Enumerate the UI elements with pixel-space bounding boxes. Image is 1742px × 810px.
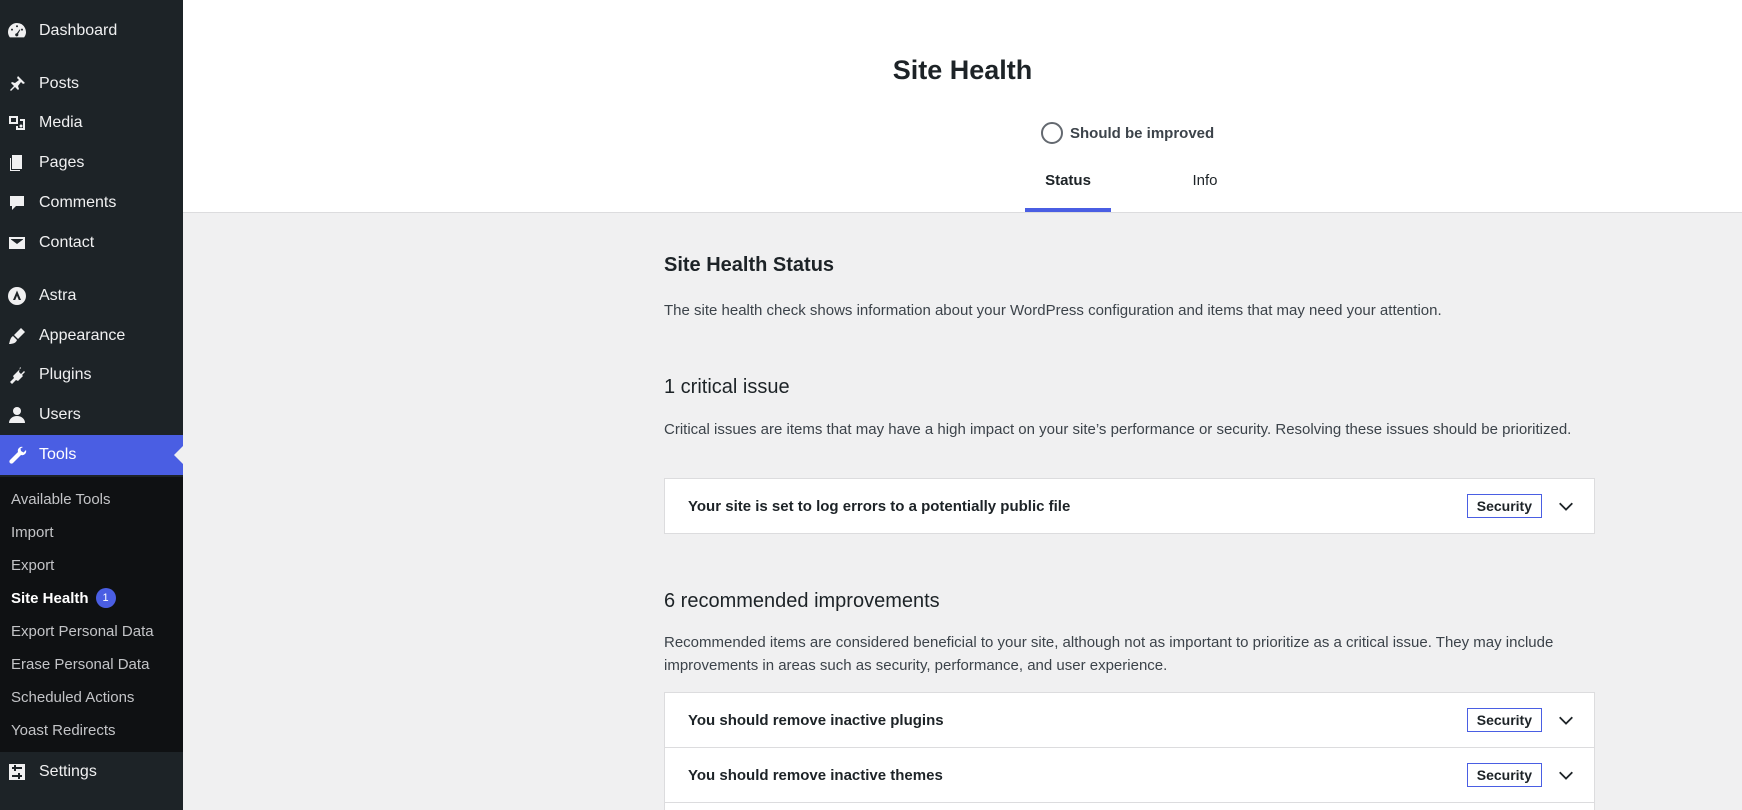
astra-icon bbox=[6, 285, 28, 307]
menu-item-dashboard[interactable]: Dashboard bbox=[0, 11, 183, 51]
health-status: Should be improved bbox=[1041, 122, 1214, 144]
submenu-item-available-tools[interactable]: Available Tools bbox=[11, 487, 111, 511]
submenu-item-scheduled-actions[interactable]: Scheduled Actions bbox=[11, 685, 134, 709]
chevron-down-icon[interactable] bbox=[1556, 496, 1576, 516]
issue-title: You should remove inactive themes bbox=[688, 766, 943, 784]
wrench-icon bbox=[6, 444, 28, 466]
submenu-label: Scheduled Actions bbox=[11, 688, 135, 706]
submenu-label: Site Health bbox=[11, 589, 89, 607]
media-icon bbox=[6, 112, 28, 134]
recommended-heading: 6 recommended improvements bbox=[664, 590, 940, 612]
menu-label: Tools bbox=[39, 446, 77, 463]
critical-heading: 1 critical issue bbox=[664, 376, 790, 398]
menu-item-appearance[interactable]: Appearance bbox=[0, 316, 183, 356]
menu-label: Astra bbox=[39, 287, 77, 304]
chevron-down-icon[interactable] bbox=[1556, 710, 1576, 730]
menu-label: Contact bbox=[39, 234, 95, 251]
critical-description: Critical issues are items that may have … bbox=[664, 421, 1572, 438]
submenu-label: Erase Personal Data bbox=[11, 655, 150, 673]
menu-label: Dashboard bbox=[39, 22, 118, 39]
menu-label: Plugins bbox=[39, 366, 92, 383]
section-description: The site health check shows information … bbox=[664, 302, 1442, 319]
menu-item-astra[interactable]: Astra bbox=[0, 276, 183, 316]
comment-icon bbox=[6, 192, 28, 214]
submenu-label: Import bbox=[11, 523, 54, 541]
menu-label: Media bbox=[39, 114, 83, 131]
menu-item-tools[interactable]: Tools bbox=[0, 435, 183, 475]
submenu-label: Available Tools bbox=[11, 490, 111, 508]
submenu-label: Yoast Redirects bbox=[11, 721, 116, 739]
site-health-header: Site Health Should be improved Status In… bbox=[183, 0, 1742, 213]
issue-badge: Security bbox=[1466, 708, 1542, 732]
pin-icon bbox=[6, 73, 28, 95]
issue-row[interactable]: You should remove inactive themes Securi… bbox=[664, 747, 1595, 803]
submenu-item-export[interactable]: Export bbox=[11, 553, 54, 577]
submenu-item-erase-personal-data[interactable]: Erase Personal Data bbox=[11, 652, 149, 676]
issue-row[interactable]: Your site is set to log errors to a pote… bbox=[664, 478, 1595, 534]
issue-row[interactable]: You should remove inactive plugins Secur… bbox=[664, 692, 1595, 748]
plug-icon bbox=[6, 364, 28, 386]
mail-icon bbox=[6, 232, 28, 254]
issue-title: You should remove inactive plugins bbox=[688, 711, 944, 729]
submenu-item-yoast-redirects[interactable]: Yoast Redirects bbox=[11, 718, 116, 742]
submenu-item-import[interactable]: Import bbox=[11, 520, 54, 544]
menu-item-comments[interactable]: Comments bbox=[0, 183, 183, 223]
menu-item-contact[interactable]: Contact bbox=[0, 223, 183, 263]
issue-title: Your site is set to log errors to a pote… bbox=[688, 497, 1071, 515]
section-heading: Site Health Status bbox=[664, 254, 835, 276]
menu-label: Posts bbox=[39, 75, 80, 92]
menu-item-settings[interactable]: Settings bbox=[0, 752, 183, 792]
submenu-label: Export bbox=[11, 556, 55, 574]
user-icon bbox=[6, 404, 28, 426]
issue-badge: Security bbox=[1466, 494, 1542, 518]
brush-icon bbox=[6, 325, 28, 347]
dashboard-icon bbox=[6, 20, 28, 42]
chevron-down-icon[interactable] bbox=[1556, 765, 1576, 785]
tools-submenu: Available Tools Import Export Site Healt… bbox=[0, 477, 183, 752]
status-text: Should be improved bbox=[1070, 124, 1215, 142]
submenu-item-site-health[interactable]: Site Health 1 bbox=[11, 586, 116, 610]
menu-item-plugins[interactable]: Plugins bbox=[0, 355, 183, 395]
status-circle-icon bbox=[1041, 122, 1063, 144]
admin-sidebar: Dashboard Posts Media Pages Comments Con… bbox=[0, 0, 183, 810]
submenu-item-export-personal-data[interactable]: Export Personal Data bbox=[11, 619, 154, 643]
pages-icon bbox=[6, 152, 28, 174]
menu-label: Comments bbox=[39, 194, 117, 211]
menu-label: Users bbox=[39, 406, 81, 423]
count-badge: 1 bbox=[95, 588, 116, 608]
menu-label: Settings bbox=[39, 763, 97, 780]
recommended-description: Recommended items are considered benefic… bbox=[664, 634, 1554, 674]
menu-item-users[interactable]: Users bbox=[0, 395, 183, 435]
tab-info[interactable]: Info bbox=[1175, 172, 1235, 212]
menu-item-posts[interactable]: Posts bbox=[0, 64, 183, 104]
submenu-label: Export Personal Data bbox=[11, 622, 154, 640]
menu-label: Pages bbox=[39, 154, 85, 171]
menu-item-pages[interactable]: Pages bbox=[0, 143, 183, 183]
menu-label: Appearance bbox=[39, 327, 126, 344]
page-title: Site Health bbox=[892, 55, 1033, 85]
settings-icon bbox=[6, 761, 28, 783]
menu-item-media[interactable]: Media bbox=[0, 103, 183, 143]
tab-status[interactable]: Status bbox=[1025, 172, 1111, 212]
issue-badge: Security bbox=[1466, 763, 1542, 787]
issue-row[interactable] bbox=[664, 802, 1595, 810]
